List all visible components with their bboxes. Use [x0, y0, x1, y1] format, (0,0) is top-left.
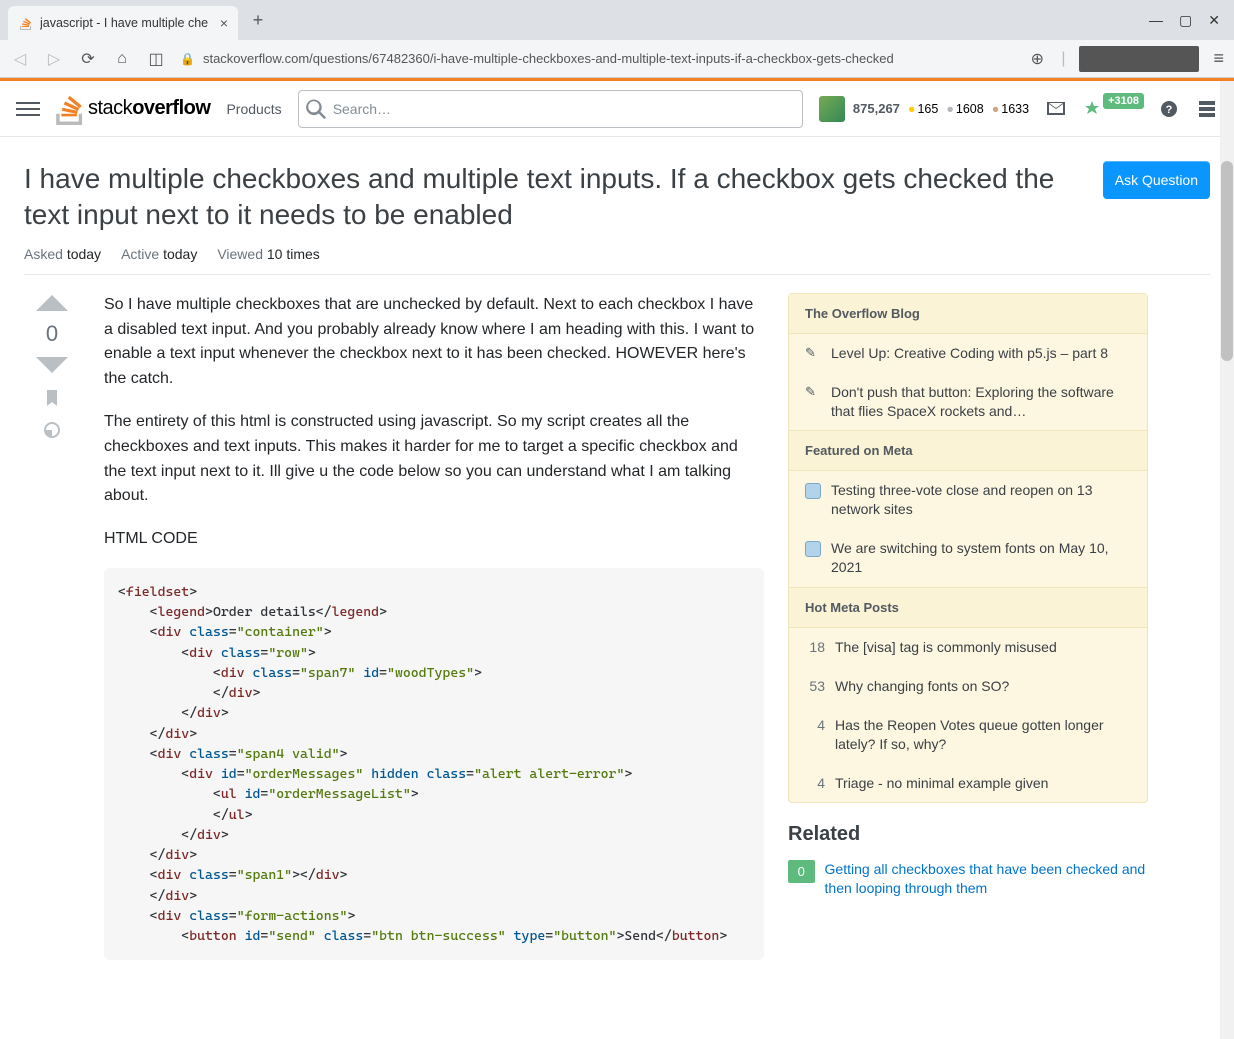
site-topbar: stackoverflow Products 875,267 165 1608 …: [0, 81, 1234, 137]
browser-menu-icon[interactable]: ≡: [1213, 48, 1224, 69]
active-label: Active: [121, 246, 159, 262]
browser-toolbar: ◁ ▷ ⟳ ⌂ ◫ 🔒 stackoverflow.com/questions/…: [0, 40, 1234, 78]
bulletin-link[interactable]: Level Up: Creative Coding with p5.js – p…: [831, 344, 1108, 363]
vote-column: 0: [24, 293, 80, 961]
bulletin-link[interactable]: Testing three-vote close and reopen on 1…: [831, 481, 1131, 519]
post-paragraph: So I have multiple checkboxes that are u…: [104, 293, 764, 392]
scrollbar[interactable]: [1220, 81, 1234, 1039]
window-controls: — ▢ ✕: [1149, 12, 1226, 29]
bulletin-item[interactable]: 53 Why changing fonts on SO?: [789, 667, 1147, 706]
browser-tab[interactable]: javascript - I have multiple che ×: [8, 6, 238, 40]
viewed-label: Viewed: [217, 246, 263, 262]
meta-icon: [805, 541, 821, 557]
search-input[interactable]: [298, 90, 803, 128]
bulletin-item[interactable]: ✎ Don't push that button: Exploring the s…: [789, 373, 1147, 431]
bulletin-item[interactable]: ✎ Level Up: Creative Coding with p5.js – …: [789, 334, 1147, 373]
silver-badge-count: 1608: [946, 102, 983, 116]
asked-value: today: [67, 246, 101, 262]
bulletin-header: The Overflow Blog: [789, 294, 1147, 334]
stackoverflow-icon: [56, 93, 84, 125]
home-icon[interactable]: ⌂: [112, 50, 132, 68]
search-icon: [306, 99, 326, 119]
minimize-icon[interactable]: —: [1149, 12, 1163, 29]
address-bar[interactable]: 🔒 stackoverflow.com/questions/67482360/i…: [180, 51, 1013, 66]
bulletin-item[interactable]: We are switching to system fonts on May …: [789, 529, 1147, 587]
code-heading: HTML CODE: [104, 527, 764, 552]
browser-tab-strip: javascript - I have multiple che × + — ▢…: [0, 0, 1234, 40]
gold-badge-count: 165: [908, 102, 938, 116]
bulletin-box: The Overflow Blog ✎ Level Up: Creative Co…: [788, 293, 1148, 804]
bulletin-item[interactable]: Testing three-vote close and reopen on 1…: [789, 471, 1147, 529]
svg-text:?: ?: [1166, 104, 1173, 116]
achievements-icon[interactable]: +3108: [1083, 100, 1142, 118]
menu-toggle-icon[interactable]: [16, 97, 40, 121]
zoom-icon[interactable]: ⊕: [1027, 49, 1047, 69]
new-tab-button[interactable]: +: [244, 6, 272, 34]
code-block[interactable]: <fieldset> <legend>Order details</legend…: [104, 568, 764, 961]
viewed-value: 10 times: [267, 246, 320, 262]
bulletin-item[interactable]: 4 Triage - no minimal example given: [789, 764, 1147, 803]
logo-text: stackoverflow: [88, 97, 210, 120]
pencil-icon: ✎: [805, 383, 821, 421]
community-icon[interactable]: [1196, 98, 1218, 120]
hot-votes: 53: [805, 677, 825, 696]
stackoverflow-logo[interactable]: stackoverflow: [56, 93, 210, 125]
reputation[interactable]: 875,267: [853, 101, 900, 116]
post-paragraph: The entirety of this html is constructed…: [104, 410, 764, 509]
question-title: I have multiple checkboxes and multiple …: [24, 161, 1087, 234]
related-header: Related: [788, 823, 1148, 846]
url-text: stackoverflow.com/questions/67482360/i-h…: [203, 51, 894, 66]
stackoverflow-favicon-icon: [18, 15, 34, 31]
question-meta: Asked today Active today Viewed 10 times: [24, 246, 1210, 275]
hot-votes: 4: [805, 716, 825, 754]
upvote-icon[interactable]: [34, 293, 70, 313]
hot-votes: 4: [805, 774, 825, 793]
bulletin-link[interactable]: Don't push that button: Exploring the so…: [831, 383, 1131, 421]
search-wrapper: [298, 90, 803, 128]
ask-question-button[interactable]: Ask Question: [1103, 161, 1210, 199]
bulletin-link[interactable]: Why changing fonts on SO?: [835, 677, 1009, 696]
help-icon[interactable]: ?: [1158, 98, 1180, 120]
maximize-icon[interactable]: ▢: [1179, 12, 1192, 29]
tab-title: javascript - I have multiple che: [40, 16, 214, 30]
reload-icon[interactable]: ⟳: [78, 49, 98, 69]
bookmark-icon[interactable]: [43, 389, 61, 407]
meta-icon: [805, 483, 821, 499]
forward-icon[interactable]: ▷: [44, 49, 64, 69]
tab-close-icon[interactable]: ×: [220, 15, 228, 31]
post-body: So I have multiple checkboxes that are u…: [104, 293, 764, 961]
related-score: 0: [788, 860, 815, 883]
bulletin-link[interactable]: Triage - no minimal example given: [835, 774, 1048, 793]
products-link[interactable]: Products: [226, 101, 281, 117]
hot-votes: 18: [805, 638, 825, 657]
pencil-icon: ✎: [805, 344, 821, 363]
bulletin-link[interactable]: Has the Reopen Votes queue gotten longer…: [835, 716, 1131, 754]
achievements-badge: +3108: [1103, 93, 1144, 109]
vote-count: 0: [46, 321, 58, 347]
bronze-badge-count: 1633: [992, 102, 1029, 116]
related-item[interactable]: 0 Getting all checkboxes that have been …: [788, 860, 1148, 896]
bulletin-item[interactable]: 4 Has the Reopen Votes queue gotten longe…: [789, 706, 1147, 764]
lock-icon: 🔒: [180, 52, 195, 66]
bulletin-item[interactable]: 18 The [visa] tag is commonly misused: [789, 628, 1147, 667]
downvote-icon[interactable]: [34, 355, 70, 375]
back-icon[interactable]: ◁: [10, 49, 30, 69]
separator: |: [1061, 50, 1065, 68]
reader-icon[interactable]: ◫: [146, 49, 166, 69]
bulletin-header: Hot Meta Posts: [789, 587, 1147, 628]
bulletin-link[interactable]: The [visa] tag is commonly misused: [835, 638, 1057, 657]
avatar[interactable]: [819, 96, 845, 122]
asked-label: Asked: [24, 246, 63, 262]
bulletin-header: Featured on Meta: [789, 430, 1147, 471]
extension-area[interactable]: [1079, 46, 1199, 72]
close-window-icon[interactable]: ✕: [1208, 12, 1220, 29]
scrollbar-thumb[interactable]: [1221, 161, 1233, 361]
related-link[interactable]: Getting all checkboxes that have been ch…: [825, 860, 1148, 896]
inbox-icon[interactable]: [1045, 98, 1067, 120]
bulletin-link[interactable]: We are switching to system fonts on May …: [831, 539, 1131, 577]
active-value: today: [163, 246, 197, 262]
user-area: 875,267 165 1608 1633: [819, 96, 1029, 122]
sidebar: The Overflow Blog ✎ Level Up: Creative Co…: [788, 293, 1148, 961]
timeline-icon[interactable]: [43, 421, 61, 439]
